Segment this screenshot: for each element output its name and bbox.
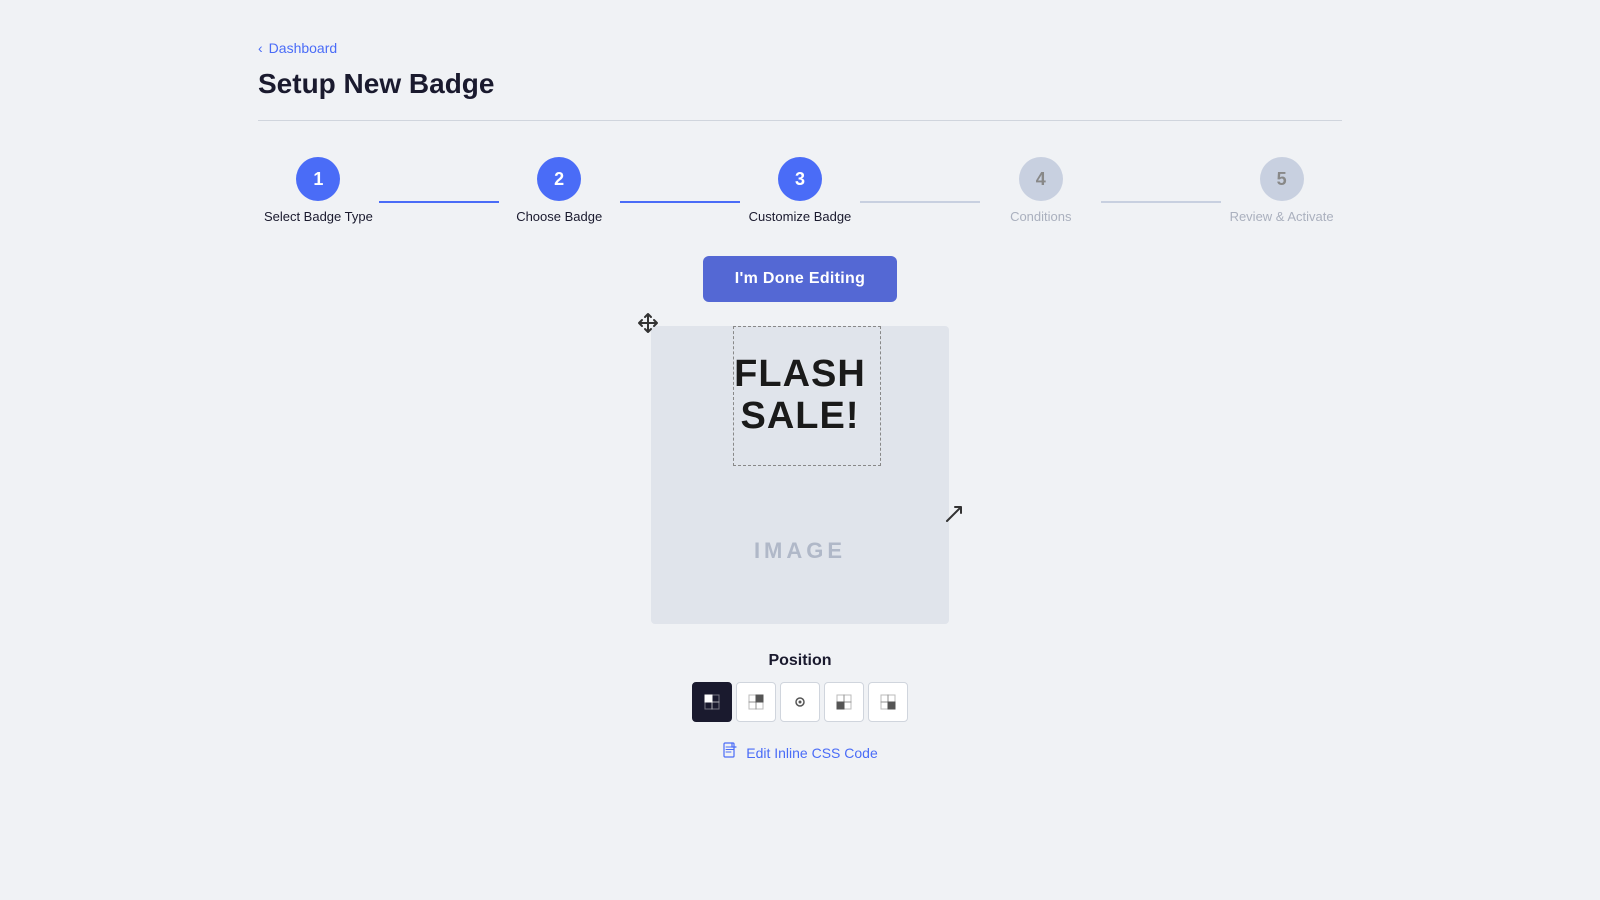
step-1[interactable]: 1 Select Badge Type [258, 157, 379, 224]
connector-2-3 [620, 201, 740, 203]
divider [258, 120, 1342, 121]
done-button-wrapper: I'm Done Editing [258, 256, 1342, 302]
stepper: 1 Select Badge Type 2 Choose Badge 3 Cus… [258, 157, 1342, 224]
chevron-left-icon: ‹ [258, 40, 263, 56]
resize-handle[interactable] [945, 505, 963, 529]
step-3-label: Customize Badge [749, 209, 852, 224]
breadcrumb[interactable]: ‹ Dashboard [258, 40, 1342, 56]
position-top-left-button[interactable] [692, 682, 732, 722]
badge-canvas: FLASH SALE! IMAGE [651, 326, 949, 624]
connector-1-2 [379, 201, 499, 203]
step-2-circle: 2 [537, 157, 581, 201]
step-4-label: Conditions [1010, 209, 1071, 224]
canvas-wrapper: FLASH SALE! IMAGE [258, 326, 1342, 624]
step-5-circle: 5 [1260, 157, 1304, 201]
edit-css-label: Edit Inline CSS Code [746, 745, 878, 761]
flash-line1: FLASH [734, 354, 866, 396]
step-5-label: Review & Activate [1230, 209, 1334, 224]
step-3-circle: 3 [778, 157, 822, 201]
page-title: Setup New Badge [258, 68, 1342, 100]
move-handle[interactable] [637, 312, 659, 340]
step-1-circle: 1 [296, 157, 340, 201]
image-placeholder: IMAGE [754, 538, 846, 564]
connector-3-4 [860, 201, 980, 203]
position-buttons [692, 682, 908, 722]
step-1-label: Select Badge Type [264, 209, 373, 224]
step-3[interactable]: 3 Customize Badge [740, 157, 861, 224]
css-file-icon [722, 742, 738, 763]
breadcrumb-label[interactable]: Dashboard [269, 40, 338, 56]
canvas-outer: FLASH SALE! IMAGE [651, 326, 949, 624]
step-2-label: Choose Badge [516, 209, 602, 224]
flash-line2: SALE! [734, 396, 866, 438]
position-bottom-right-button[interactable] [868, 682, 908, 722]
position-top-right-button[interactable] [736, 682, 776, 722]
done-editing-button[interactable]: I'm Done Editing [703, 256, 897, 302]
connector-4-5 [1101, 201, 1221, 203]
step-4[interactable]: 4 Conditions [980, 157, 1101, 224]
edit-css-link[interactable]: Edit Inline CSS Code [722, 742, 878, 763]
position-bottom-left-button[interactable] [824, 682, 864, 722]
position-section: Position [258, 652, 1342, 722]
position-center-button[interactable] [780, 682, 820, 722]
position-label: Position [768, 652, 831, 670]
flash-sale-text[interactable]: FLASH SALE! [734, 354, 866, 438]
step-5[interactable]: 5 Review & Activate [1221, 157, 1342, 224]
step-4-circle: 4 [1019, 157, 1063, 201]
step-2[interactable]: 2 Choose Badge [499, 157, 620, 224]
